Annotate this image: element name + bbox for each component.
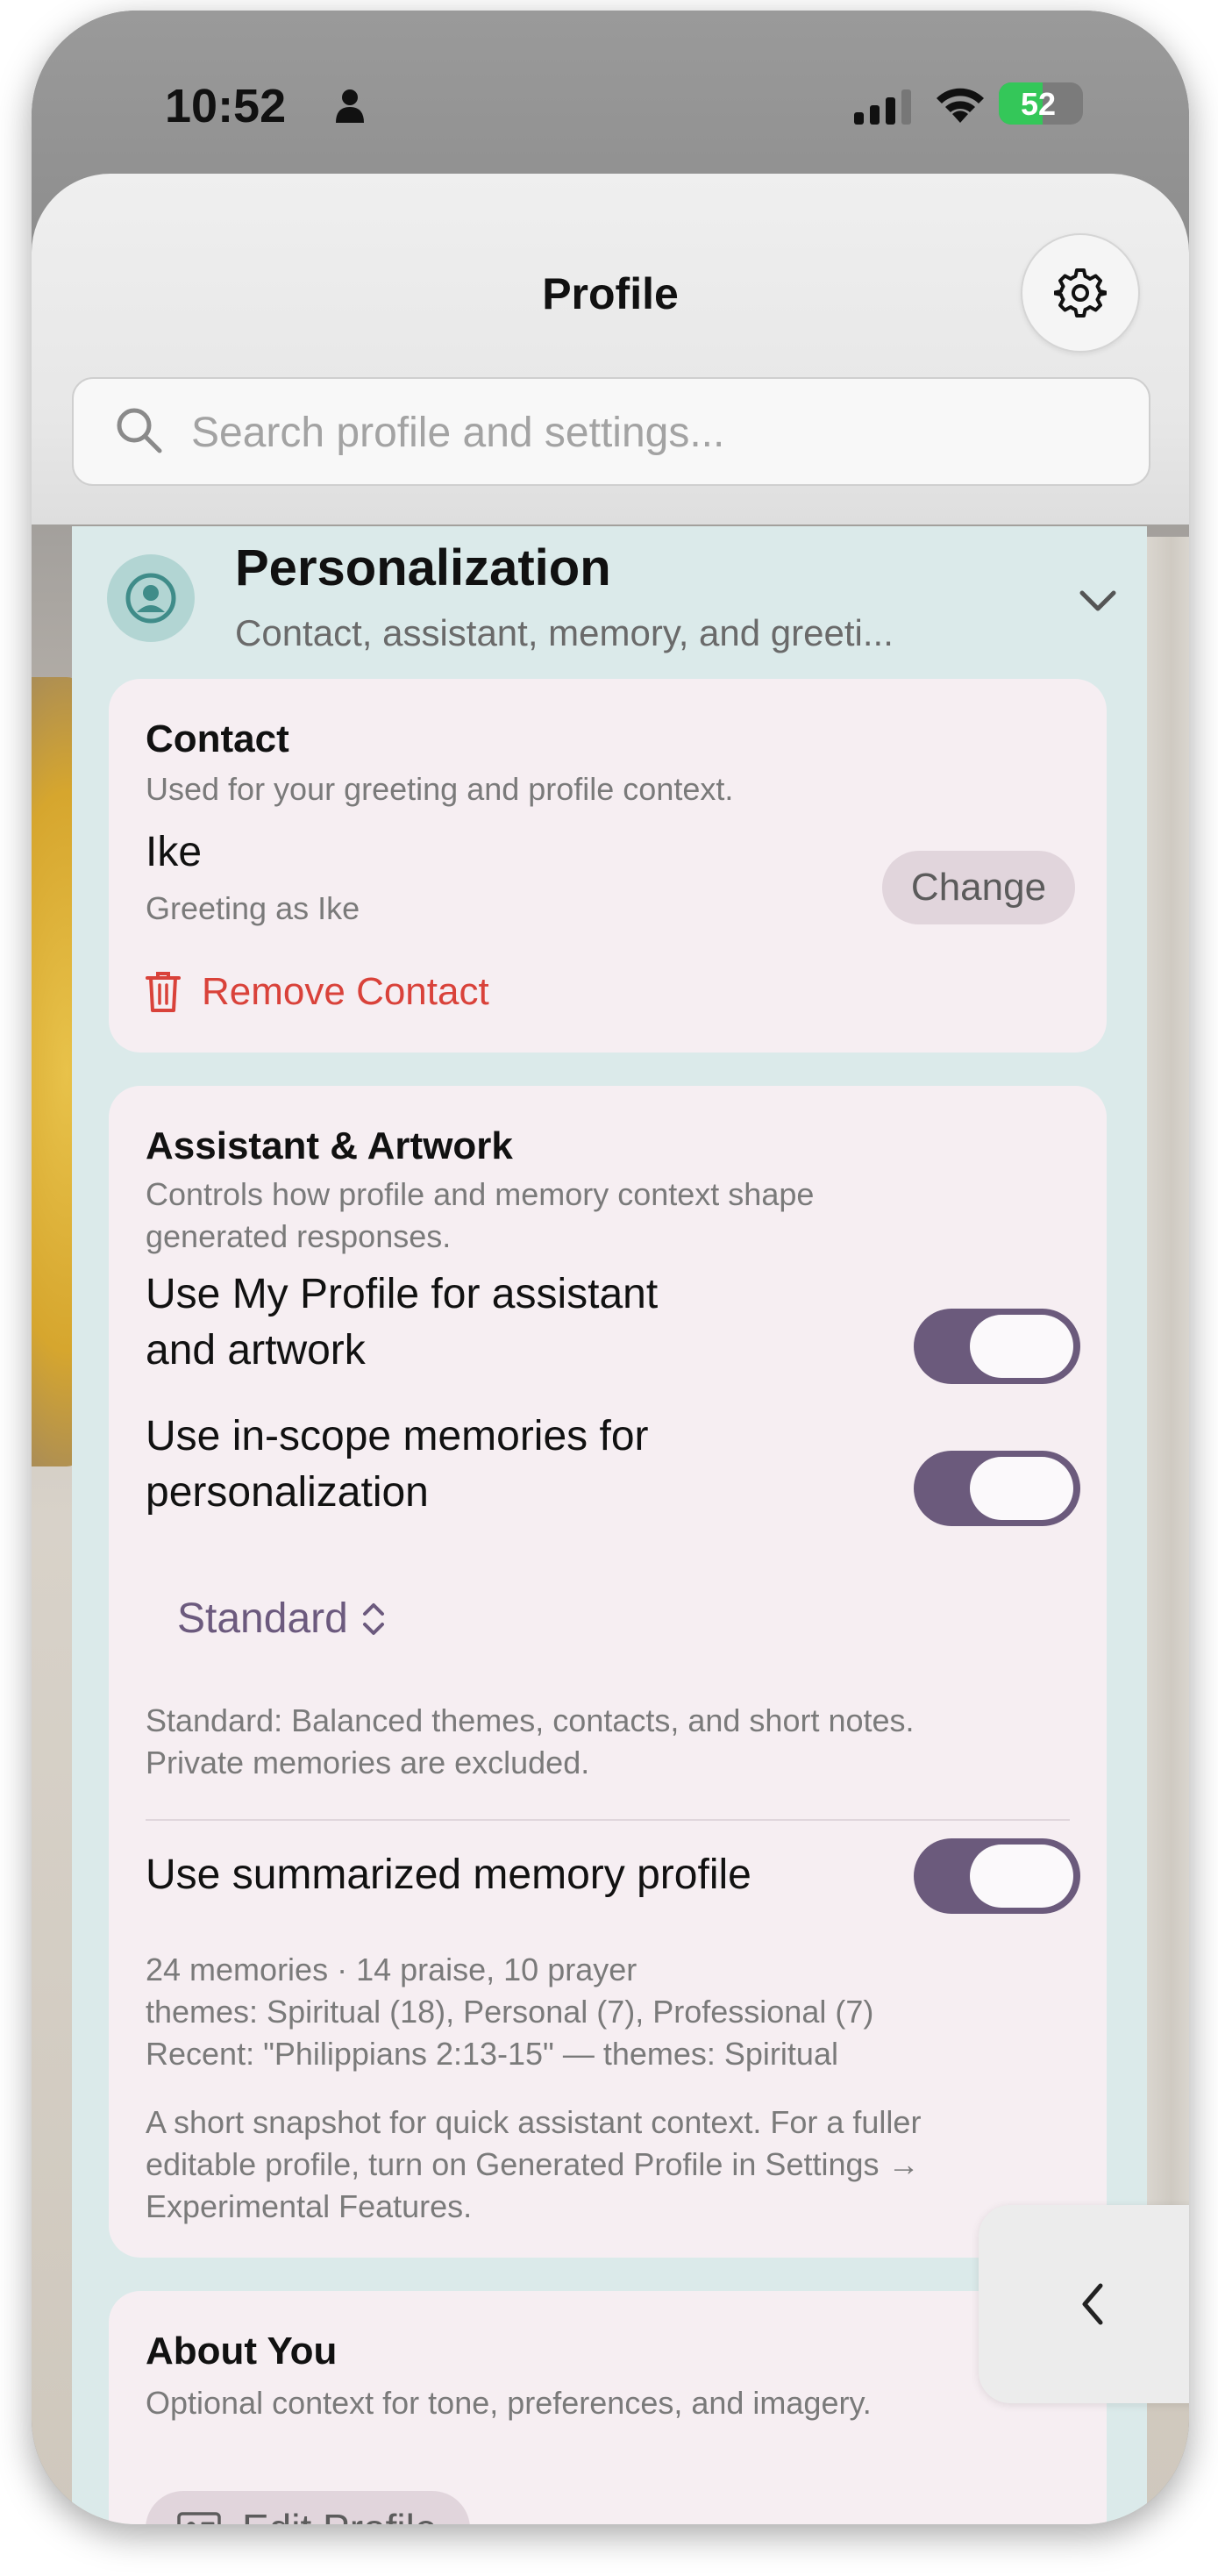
id-card-icon bbox=[177, 2512, 221, 2524]
remove-contact-button[interactable]: Remove Contact bbox=[146, 970, 489, 1014]
mode-description-2: Private memories are excluded. bbox=[146, 1745, 590, 1780]
toggle-knob bbox=[970, 1845, 1073, 1908]
device-frame: 10:52 52 Personalization Contact, assist… bbox=[32, 11, 1189, 2524]
collapse-side-tab[interactable] bbox=[979, 2205, 1189, 2403]
toggle-memories-label-2: personalization bbox=[146, 1469, 429, 1516]
edit-profile-label: Edit Profile bbox=[242, 2505, 437, 2524]
contact-title: Contact bbox=[146, 717, 289, 760]
remove-contact-label: Remove Contact bbox=[202, 970, 489, 1013]
search-icon bbox=[117, 408, 162, 453]
summary-line-1: 24 memories · 14 praise, 10 prayer bbox=[146, 1952, 637, 1987]
page-title: Profile bbox=[542, 269, 679, 318]
search-input[interactable] bbox=[189, 396, 1114, 468]
contact-description: Used for your greeting and profile conte… bbox=[146, 771, 734, 807]
cellular-signal-icon bbox=[854, 89, 911, 125]
toggle-knob bbox=[970, 1457, 1073, 1520]
about-you-card: About You Optional context for tone, pre… bbox=[109, 2291, 1107, 2524]
chevron-down-icon[interactable] bbox=[1079, 589, 1117, 614]
trash-icon bbox=[146, 972, 181, 1012]
contact-greeting: Greeting as Ike bbox=[146, 890, 360, 926]
search-bar[interactable] bbox=[72, 377, 1150, 486]
status-bar: 10:52 52 bbox=[32, 11, 1189, 186]
up-down-chevron-icon bbox=[362, 1602, 384, 1635]
personalization-section-header[interactable]: Personalization Contact, assistant, memo… bbox=[72, 526, 1147, 684]
gear-icon bbox=[1054, 268, 1107, 318]
person-circle-icon bbox=[107, 554, 195, 642]
use-summary-toggle[interactable] bbox=[914, 1838, 1080, 1914]
contact-name: Ike bbox=[146, 829, 203, 875]
wifi-icon bbox=[937, 88, 984, 123]
settings-button[interactable] bbox=[1021, 233, 1140, 353]
assistant-description-1: Controls how profile and memory context … bbox=[146, 1176, 815, 1212]
assistant-artwork-card: Assistant & Artwork Controls how profile… bbox=[109, 1086, 1107, 2258]
chevron-left-icon bbox=[1082, 2283, 1103, 2325]
person-icon bbox=[336, 89, 364, 123]
status-time: 10:52 bbox=[165, 80, 287, 132]
toggle-profile-label-2: and artwork bbox=[146, 1327, 366, 1374]
use-memories-toggle[interactable] bbox=[914, 1451, 1080, 1526]
note-line-1: A short snapshot for quick assistant con… bbox=[146, 2104, 922, 2140]
toggle-profile-label-1: Use My Profile for assistant bbox=[146, 1271, 659, 1317]
divider bbox=[146, 1819, 1070, 1821]
person-circle-glyph bbox=[125, 573, 176, 624]
sheet-header: Profile bbox=[32, 174, 1189, 524]
note-line-3: Experimental Features. bbox=[146, 2188, 473, 2224]
about-description: Optional context for tone, preferences, … bbox=[146, 2385, 872, 2421]
contact-card: Contact Used for your greeting and profi… bbox=[109, 679, 1107, 1053]
assistant-description-2: generated responses. bbox=[146, 1218, 452, 1254]
section-title: Personalization bbox=[235, 539, 611, 596]
change-contact-button[interactable]: Change bbox=[882, 851, 1075, 924]
section-subtitle: Contact, assistant, memory, and greeti..… bbox=[235, 612, 894, 653]
toggle-summary-label: Use summarized memory profile bbox=[146, 1852, 751, 1898]
summary-line-2: themes: Spiritual (18), Personal (7), Pr… bbox=[146, 1994, 874, 2030]
about-title: About You bbox=[146, 2330, 338, 2373]
battery-percent: 52 bbox=[1020, 86, 1057, 122]
profile-sheet: Personalization Contact, assistant, memo… bbox=[32, 174, 1189, 2524]
use-profile-toggle[interactable] bbox=[914, 1309, 1080, 1384]
memory-mode-picker[interactable]: Standard bbox=[177, 1595, 387, 1643]
toggle-memories-label-1: Use in-scope memories for bbox=[146, 1413, 649, 1459]
summary-line-3: Recent: "Philippians 2:13-15" — themes: … bbox=[146, 2036, 838, 2072]
battery-indicator: 52 bbox=[999, 82, 1083, 125]
note-line-2: editable profile, turn on Generated Prof… bbox=[146, 2146, 920, 2182]
memory-mode-selected: Standard bbox=[177, 1595, 348, 1642]
assistant-title: Assistant & Artwork bbox=[146, 1124, 513, 1167]
toggle-knob bbox=[970, 1315, 1073, 1378]
mode-description-1: Standard: Balanced themes, contacts, and… bbox=[146, 1702, 915, 1738]
edit-profile-button[interactable]: Edit Profile bbox=[146, 2491, 470, 2524]
